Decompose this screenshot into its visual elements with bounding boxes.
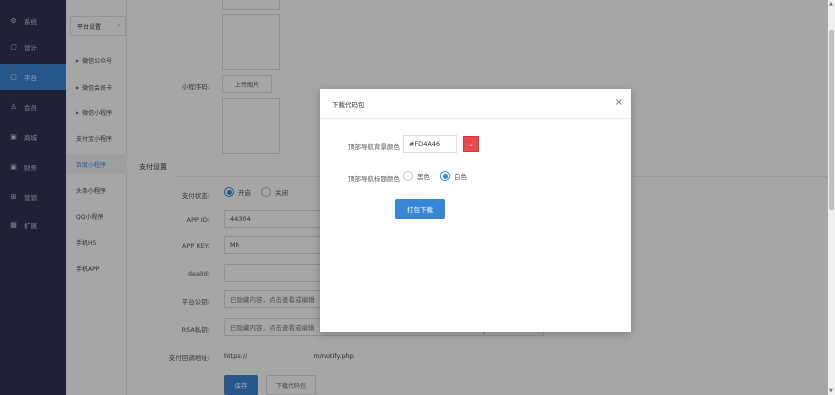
radio-unchecked-icon [403, 171, 413, 181]
radio-label: 黑色 [417, 173, 430, 181]
download-code-dialog: 下载代码包 × 顶部导航背景颜色 #FD4A46 ⌄ 顶部导航标题颜色 黑色 白… [320, 89, 631, 332]
radio-checked-icon [440, 171, 450, 181]
scroll-down-icon[interactable]: ▼ [829, 388, 833, 394]
package-download-button[interactable]: 打包下载 [395, 199, 445, 219]
close-icon[interactable]: × [615, 98, 623, 108]
color-picker-swatch[interactable]: ⌄ [463, 136, 479, 152]
title-color-radios: 黑色 白色 [403, 171, 477, 181]
page-scrollbar[interactable]: ▲ ▼ [828, 0, 835, 395]
radio-label: 白色 [454, 173, 467, 181]
dialog-title: 下载代码包 [332, 100, 365, 109]
title-color-white-radio[interactable]: 白色 [440, 171, 467, 181]
dialog-header: 下载代码包 [320, 89, 631, 119]
scroll-up-icon[interactable]: ▲ [829, 1, 833, 7]
chevron-down-icon: ⌄ [468, 140, 474, 148]
bg-color-input[interactable]: #FD4A46 [403, 135, 457, 153]
title-color-label: 顶部导航标题颜色 [348, 175, 400, 183]
bg-color-label: 顶部导航背景颜色 [348, 143, 400, 151]
title-color-black-radio[interactable]: 黑色 [403, 171, 430, 181]
scrollbar-thumb[interactable] [829, 30, 834, 210]
